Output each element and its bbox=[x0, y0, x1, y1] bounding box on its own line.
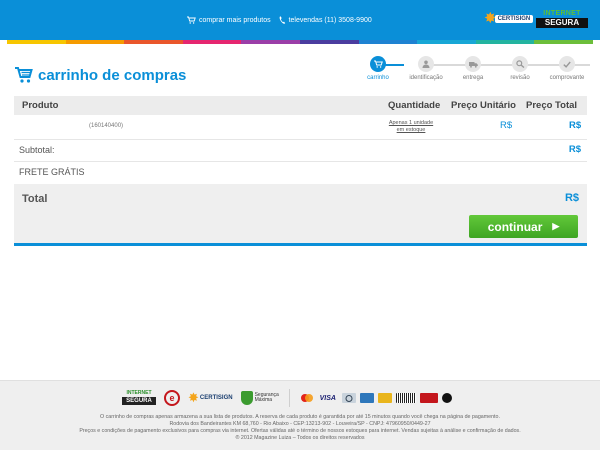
stripe-segment bbox=[182, 40, 242, 44]
internet-segura-seal: INTERNET SEGURA bbox=[122, 391, 156, 405]
step-comprovante: comprovante bbox=[547, 56, 587, 81]
total-value: R$ bbox=[564, 192, 579, 204]
step-label: revisão bbox=[510, 75, 530, 81]
certisign-seal: ✸ CERTISIGN bbox=[188, 390, 233, 405]
continue-button[interactable]: continuar ▶ bbox=[469, 215, 578, 238]
page-title-text: carrinho de compras bbox=[38, 66, 187, 84]
stripe-segment bbox=[475, 40, 535, 44]
page-title: carrinho de compras bbox=[14, 66, 186, 84]
cart-icon bbox=[187, 16, 196, 24]
check-icon bbox=[563, 61, 571, 68]
total-box: Total R$ continuar ▶ bbox=[14, 184, 587, 246]
shield-icon bbox=[240, 391, 253, 405]
step-entrega: entrega bbox=[453, 56, 493, 81]
subtotal-label: Subtotal: bbox=[19, 145, 55, 155]
column-product: Produto bbox=[22, 100, 59, 111]
divider bbox=[288, 389, 290, 407]
chevron-right-icon: ▶ bbox=[552, 221, 560, 231]
stripe-segment bbox=[417, 40, 476, 44]
payment-methods: VISA bbox=[300, 393, 456, 403]
subtotal-row: Subtotal: R$ bbox=[14, 140, 587, 161]
unit-price-value: R$ bbox=[500, 120, 513, 131]
total-price-value: R$ bbox=[569, 120, 582, 131]
header-links: comprar mais produtos televendas (11) 35… bbox=[187, 16, 380, 24]
seguranca-maxima-seal: Segurança Máxima bbox=[240, 391, 279, 405]
top-header: comprar mais produtos televendas (11) 35… bbox=[0, 0, 600, 40]
stripe-segment bbox=[358, 40, 418, 44]
continue-label: continuar bbox=[487, 219, 543, 234]
stripe-segment bbox=[124, 40, 183, 44]
certisign-logo: ✸ CERTISIGN bbox=[484, 11, 534, 26]
buy-more-label: comprar mais produtos bbox=[199, 16, 271, 24]
buy-more-link[interactable]: comprar mais produtos bbox=[187, 16, 271, 24]
product-code: (160140400) bbox=[89, 123, 124, 129]
internet-segura-logo: INTERNET SEGURA bbox=[536, 10, 588, 28]
stripe-segment bbox=[7, 40, 66, 44]
step-revisao: revisão bbox=[500, 56, 540, 81]
stripe-segment bbox=[65, 40, 125, 44]
cart-icon bbox=[373, 60, 383, 68]
televendas-link[interactable]: televendas (11) 3508-9900 bbox=[279, 16, 372, 24]
step-label: comprovante bbox=[549, 75, 585, 81]
total-label: Total bbox=[22, 193, 48, 205]
stock-availability-link[interactable]: Apenas 1 unidade em estoque bbox=[385, 120, 437, 134]
footer-seals: INTERNET SEGURA e ✸ CERTISIGN Segurança M… bbox=[122, 389, 456, 407]
column-unit-price: Preço Unitário bbox=[451, 100, 516, 111]
star-icon: ✸ bbox=[188, 390, 199, 405]
stripe-segment bbox=[241, 40, 300, 44]
barcode-icon bbox=[395, 393, 416, 403]
step-label: entrega bbox=[462, 75, 484, 81]
elo-icon bbox=[441, 393, 452, 403]
shipping-label: FRETE GRÁTIS bbox=[19, 167, 85, 177]
cart-icon bbox=[15, 67, 33, 83]
column-total-price: Preço Total bbox=[526, 100, 578, 111]
footer-text: O carrinho de compras apenas armazena a … bbox=[79, 414, 521, 441]
color-stripe bbox=[7, 40, 593, 44]
step-carrinho: carrinho bbox=[358, 56, 398, 81]
cart-table-header: Produto Quantidade Preço Unitário Preço … bbox=[14, 96, 587, 115]
card-icon bbox=[377, 393, 392, 403]
step-label: carrinho bbox=[367, 75, 389, 81]
stripe-segment bbox=[299, 40, 359, 44]
amex-icon bbox=[359, 393, 374, 403]
televendas-label: televendas (11) 3508-9900 bbox=[288, 16, 372, 24]
hipercard-icon bbox=[419, 393, 438, 403]
truck-icon bbox=[468, 61, 478, 68]
user-icon bbox=[422, 60, 430, 68]
step-label: identificação bbox=[409, 75, 443, 81]
mastercard-icon bbox=[300, 393, 314, 403]
stripe-segment bbox=[534, 40, 593, 44]
step-identificacao: identificação bbox=[406, 56, 446, 81]
search-icon bbox=[515, 60, 524, 68]
ebit-seal-icon: e bbox=[164, 390, 180, 406]
shipping-row: FRETE GRÁTIS bbox=[14, 162, 587, 184]
table-row: (160140400) Apenas 1 unidade em estoque … bbox=[14, 115, 587, 139]
checkout-steps: carrinho identificação entrega revisão c… bbox=[362, 56, 590, 88]
diners-icon bbox=[341, 393, 356, 403]
subtotal-value: R$ bbox=[568, 144, 581, 155]
footer: INTERNET SEGURA e ✸ CERTISIGN Segurança M… bbox=[0, 380, 600, 450]
column-quantity: Quantidade bbox=[388, 100, 441, 111]
phone-icon bbox=[279, 16, 285, 24]
visa-icon: VISA bbox=[319, 394, 336, 402]
